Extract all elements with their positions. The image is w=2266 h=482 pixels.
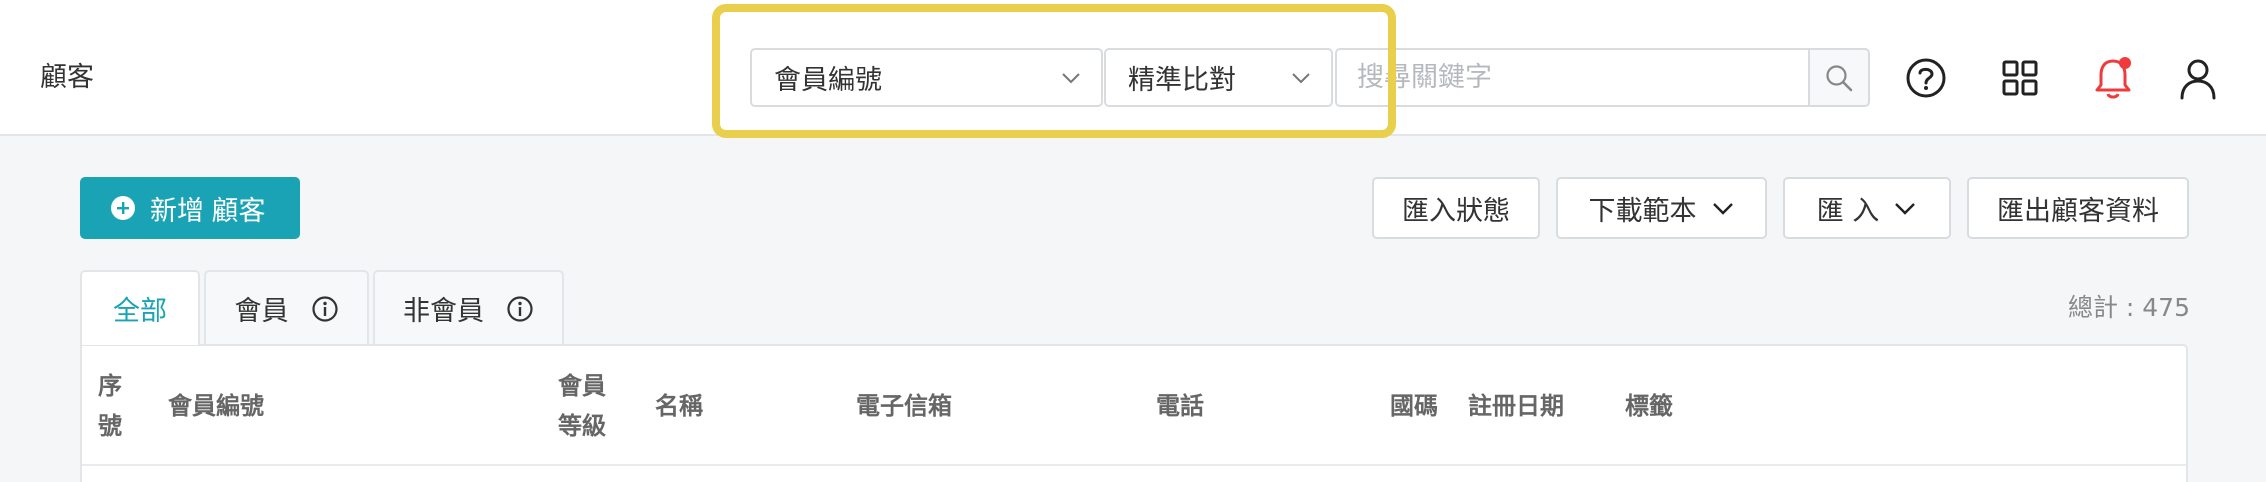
import-label: 匯 入 bbox=[1816, 195, 1880, 227]
tab-non-members[interactable]: 非會員 bbox=[373, 270, 564, 345]
column-header-member-level[interactable]: 會員 等級 bbox=[558, 366, 606, 446]
add-customer-button[interactable]: 新增 顧客 bbox=[80, 177, 300, 239]
chevron-down-icon bbox=[1062, 72, 1080, 83]
notification-button[interactable] bbox=[2089, 54, 2137, 102]
search-button[interactable] bbox=[1808, 48, 1870, 107]
column-header-line: 序 bbox=[98, 372, 122, 400]
top-bar: 顧客 會員編號 精準比對 bbox=[0, 0, 2266, 136]
export-customers-button[interactable]: 匯出顧客資料 bbox=[1967, 177, 2189, 239]
apps-grid-icon bbox=[2002, 60, 2038, 96]
column-header-tags[interactable]: 標籤 bbox=[1625, 386, 1673, 426]
customer-table: 序 號 會員編號 會員 等級 名稱 電子信箱 電話 國碼 註冊日期 標籤 bbox=[80, 344, 2188, 482]
tab-all-label: 全部 bbox=[113, 296, 167, 327]
table-header-divider bbox=[82, 464, 2186, 466]
user-menu-button[interactable] bbox=[2174, 54, 2222, 102]
chevron-down-icon bbox=[1292, 72, 1310, 83]
info-icon[interactable] bbox=[506, 295, 534, 323]
notification-bell-icon bbox=[2095, 57, 2131, 99]
info-icon[interactable] bbox=[311, 295, 339, 323]
column-header-email[interactable]: 電子信箱 bbox=[856, 386, 952, 426]
help-button[interactable] bbox=[1902, 54, 1950, 102]
column-header-country-code[interactable]: 國碼 bbox=[1390, 386, 1438, 426]
user-icon bbox=[2180, 59, 2216, 100]
help-icon bbox=[1906, 58, 1946, 98]
column-header-name[interactable]: 名稱 bbox=[655, 386, 703, 426]
download-template-label: 下載範本 bbox=[1588, 195, 1697, 227]
search-input[interactable] bbox=[1335, 48, 1810, 107]
download-template-button[interactable]: 下載範本 bbox=[1556, 177, 1767, 239]
tab-non-members-label: 非會員 bbox=[403, 296, 484, 327]
import-status-label: 匯入狀態 bbox=[1402, 195, 1510, 227]
total-count: 總計 : 475 bbox=[2067, 293, 2190, 322]
import-button[interactable]: 匯 入 bbox=[1783, 177, 1951, 239]
search-icon bbox=[1826, 64, 1853, 91]
export-customers-label: 匯出顧客資料 bbox=[1997, 195, 2159, 227]
column-header-line: 號 bbox=[98, 412, 122, 440]
match-mode-select-value: 精準比對 bbox=[1128, 65, 1236, 96]
search-field-select[interactable]: 會員編號 bbox=[750, 48, 1103, 107]
import-status-button[interactable]: 匯入狀態 bbox=[1372, 177, 1540, 239]
match-mode-select[interactable]: 精準比對 bbox=[1104, 48, 1333, 107]
tab-members-label: 會員 bbox=[234, 296, 289, 327]
column-header-member-id[interactable]: 會員編號 bbox=[168, 386, 264, 426]
page-title: 顧客 bbox=[40, 62, 94, 93]
column-header-registration-date[interactable]: 註冊日期 bbox=[1468, 386, 1564, 426]
column-header-index[interactable]: 序 號 bbox=[98, 366, 122, 446]
plus-circle-icon bbox=[111, 196, 135, 220]
apps-button[interactable] bbox=[1996, 54, 2044, 102]
tab-all[interactable]: 全部 bbox=[80, 270, 200, 345]
chevron-down-icon bbox=[1895, 203, 1916, 215]
search-field-select-value: 會員編號 bbox=[774, 65, 882, 96]
column-header-phone[interactable]: 電話 bbox=[1156, 386, 1204, 426]
column-header-line: 等級 bbox=[558, 412, 606, 440]
column-header-line: 會員 bbox=[558, 372, 606, 400]
chevron-down-icon bbox=[1712, 203, 1733, 215]
tab-members[interactable]: 會員 bbox=[204, 270, 369, 345]
add-customer-label: 新增 顧客 bbox=[150, 195, 266, 226]
